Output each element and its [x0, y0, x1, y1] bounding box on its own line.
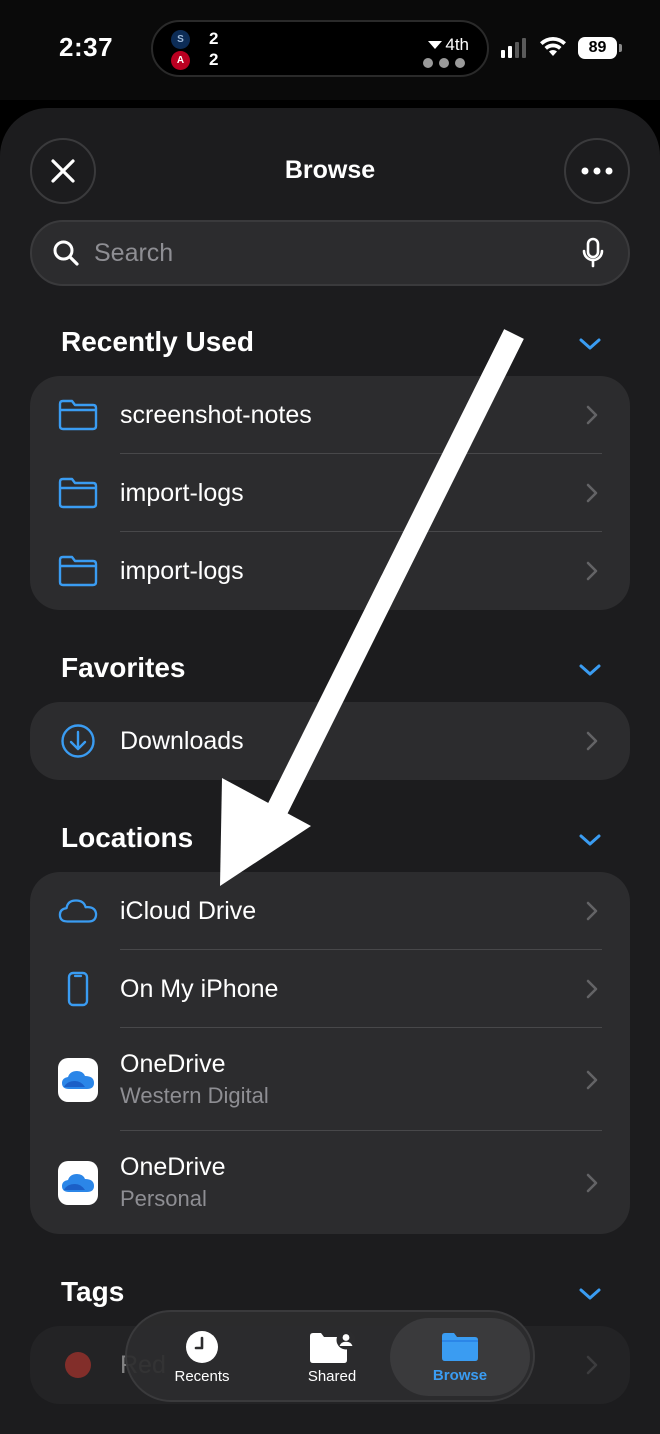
onedrive-icon [58, 1160, 98, 1205]
status-bar: 2:37 S A 2 2 4th 89 [0, 0, 660, 100]
tab-shared[interactable]: Shared [267, 1318, 397, 1396]
list-item[interactable]: screenshot-notes [30, 376, 630, 454]
phone-icon [58, 969, 98, 1009]
search-icon [53, 240, 79, 266]
team1-logo: S [171, 30, 190, 49]
page-title: Browse [284, 156, 376, 184]
section-header-favorites: Favorites [61, 652, 186, 683]
list-item-label: import-logs [120, 478, 244, 507]
folder-icon [58, 551, 98, 591]
folder-icon [58, 473, 98, 513]
list-item[interactable]: import-logs [30, 532, 630, 610]
chevron-right-icon [586, 979, 598, 999]
list-item[interactable]: OneDrive Western Digital [30, 1028, 630, 1131]
section-header-locations: Locations [61, 822, 194, 853]
chevron-right-icon [586, 561, 598, 581]
clock-icon [186, 1330, 218, 1363]
list-item-label: import-logs [120, 556, 244, 585]
tab-browse[interactable]: Browse [390, 1318, 530, 1396]
battery-nub [619, 44, 622, 52]
list-item-label: On My iPhone [120, 974, 279, 1003]
folder-icon [442, 1332, 478, 1361]
list-item-label: OneDrive [120, 1153, 226, 1181]
list-item[interactable]: import-logs [30, 454, 630, 532]
microphone-icon[interactable] [582, 237, 604, 269]
chevron-right-icon [586, 405, 598, 425]
chevron-right-icon [586, 1070, 598, 1089]
download-icon [58, 721, 98, 761]
tab-label: Recents [174, 1367, 230, 1385]
team2-score: 2 [209, 50, 219, 69]
browse-sheet: Browse Recently Used screenshot-notes [0, 108, 660, 1434]
tab-label: Browse [432, 1366, 488, 1384]
base-dot [423, 58, 433, 68]
onedrive-icon [58, 1057, 98, 1102]
wifi-icon [540, 36, 566, 56]
favorites-list: Downloads [30, 702, 630, 780]
folder-icon [58, 395, 98, 435]
tab-label: Shared [307, 1367, 357, 1385]
list-item[interactable]: OneDrive Personal [30, 1131, 630, 1234]
list-item-sublabel: Western Digital [120, 1083, 269, 1108]
team2-logo: A [171, 51, 190, 70]
team1-score: 2 [209, 29, 219, 48]
chevron-right-icon [586, 1355, 598, 1375]
inning-label: 4th [445, 35, 469, 54]
base-dot [439, 58, 449, 68]
ellipsis-icon [581, 167, 613, 175]
status-time: 2:37 [59, 32, 114, 62]
list-item-label: Downloads [120, 726, 244, 755]
section-header-recently-used: Recently Used [61, 326, 254, 357]
tag-color-dot-icon [58, 1345, 98, 1385]
inning-indicator: 4th [428, 35, 469, 55]
list-item-label: screenshot-notes [120, 400, 312, 429]
list-item[interactable]: Downloads [30, 702, 630, 780]
recently-used-list: screenshot-notes import-logs import-logs [30, 376, 630, 610]
inning-down-arrow-icon [428, 41, 443, 49]
shared-folder-icon [310, 1330, 356, 1363]
list-item[interactable]: iCloud Drive [30, 872, 630, 950]
list-item[interactable]: On My iPhone [30, 950, 630, 1028]
tab-recents[interactable]: Recents [137, 1318, 267, 1396]
cloud-icon [58, 891, 98, 931]
search-bar[interactable] [30, 220, 630, 286]
list-item-label: OneDrive [120, 1050, 226, 1078]
search-input[interactable] [94, 238, 582, 268]
chevron-down-icon[interactable] [578, 336, 602, 352]
more-button[interactable] [564, 138, 630, 204]
locations-list: iCloud Drive On My iPhone OneDrive Weste… [30, 872, 630, 1234]
section-header-tags: Tags [61, 1276, 125, 1307]
chevron-down-icon[interactable] [578, 1286, 602, 1302]
tab-bar: Recents Shared Browse [125, 1310, 535, 1402]
bases-indicator [423, 58, 465, 68]
chevron-right-icon [586, 901, 598, 921]
base-dot [455, 58, 465, 68]
battery-level: 89 [578, 37, 617, 59]
cellular-signal-icon [501, 36, 526, 58]
list-item-label: iCloud Drive [120, 896, 257, 925]
chevron-down-icon[interactable] [578, 662, 602, 678]
chevron-right-icon [586, 483, 598, 503]
chevron-down-icon[interactable] [578, 832, 602, 848]
list-item-sublabel: Personal [120, 1186, 207, 1211]
chevron-right-icon [586, 1173, 598, 1192]
chevron-right-icon [586, 731, 598, 751]
live-activity-scoreboard[interactable]: S A 2 2 4th [151, 20, 489, 77]
